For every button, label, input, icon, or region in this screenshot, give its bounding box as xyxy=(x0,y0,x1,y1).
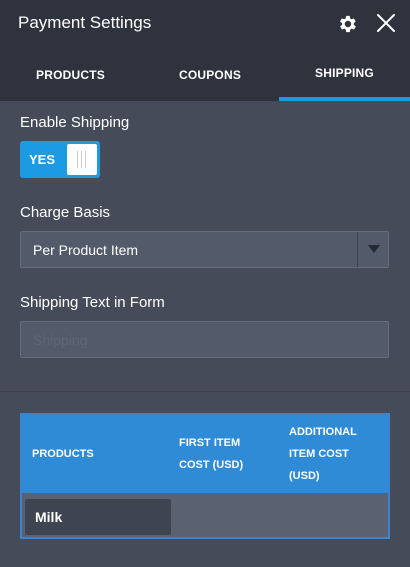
charge-basis-label: Charge Basis xyxy=(20,204,111,221)
toggle-knob[interactable] xyxy=(67,144,97,175)
tab-coupons[interactable]: COUPONS xyxy=(141,48,279,101)
shipping-cost-table: PRODUCTS FIRST ITEM COST (USD) ADDITIONA… xyxy=(20,413,390,539)
column-header-additional-item-cost: ADDITIONAL ITEM COST (USD) xyxy=(289,426,357,482)
knob-grip-line xyxy=(81,151,82,168)
knob-grip-line xyxy=(77,151,78,168)
chevron-down-icon[interactable] xyxy=(368,245,380,253)
column-header-products: PRODUCTS xyxy=(32,448,94,460)
table-row[interactable]: Milk xyxy=(25,499,171,535)
tab-shipping[interactable]: SHIPPING xyxy=(279,48,410,101)
charge-basis-selected-value: Per Product Item xyxy=(33,242,139,258)
close-icon[interactable] xyxy=(375,12,397,34)
knob-grip-line xyxy=(85,151,86,168)
product-name-cell: Milk xyxy=(35,509,63,525)
table-header: PRODUCTS FIRST ITEM COST (USD) ADDITIONA… xyxy=(22,415,388,493)
toggle-value-text: YES xyxy=(29,152,56,167)
column-header-first-item-cost: FIRST ITEM COST (USD) xyxy=(179,437,244,471)
charge-basis-select[interactable]: Per Product Item xyxy=(20,231,389,268)
panel-header: Payment Settings xyxy=(0,0,410,48)
panel-title: Payment Settings xyxy=(18,13,152,32)
tab-bar: PRODUCTS COUPONS SHIPPING xyxy=(0,48,410,101)
enable-shipping-label: Enable Shipping xyxy=(20,114,130,131)
select-divider xyxy=(357,232,358,267)
tab-products[interactable]: PRODUCTS xyxy=(0,48,141,101)
shipping-text-input[interactable] xyxy=(20,321,389,358)
enable-shipping-toggle[interactable]: YES xyxy=(20,141,100,178)
shipping-text-label: Shipping Text in Form xyxy=(20,294,165,311)
section-divider xyxy=(0,391,410,392)
gear-icon[interactable] xyxy=(336,13,358,35)
